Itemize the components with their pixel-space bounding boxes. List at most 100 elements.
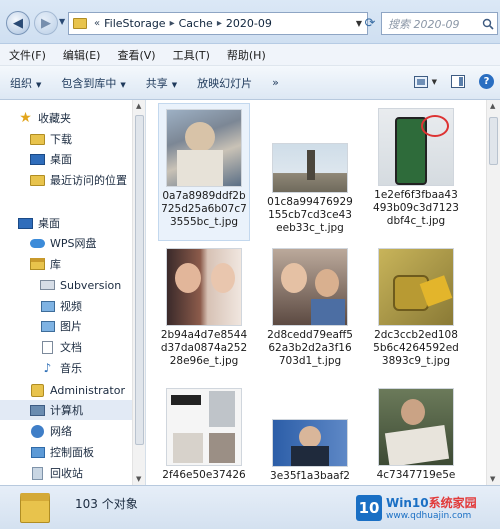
breadcrumb-filestorage[interactable]: FileStorage [104,17,165,30]
file-name: 4c7347719e5e [376,469,456,481]
library-icon [40,279,55,292]
star-icon: ★ [19,110,32,126]
scroll-down-icon[interactable]: ▼ [136,475,141,483]
scrollbar-thumb[interactable] [135,115,144,445]
more-commands-button[interactable]: » [272,76,279,89]
nav-downloads[interactable]: 下载 [30,129,72,149]
file-name: 2b94a4d7e8544d37da0874a25228e96e_t.jpg [160,329,248,367]
nav-libraries[interactable]: 库 [30,254,61,274]
change-view-icon[interactable] [413,75,428,88]
file-name: 0a7a8989ddf2b725d25a6b07c73555bc_t.jpg [161,190,247,228]
include-label: 包含到库中 [61,76,117,90]
scroll-down-icon[interactable]: ▼ [490,475,495,483]
nav-wps-cloud[interactable]: WPS网盘 [30,233,97,253]
recycle-bin-icon [30,466,45,480]
watermark-title: Win10系统家园 [386,494,477,511]
file-item[interactable]: 2dc3ccb2ed1085b6c4264592ed3893c9_t.jpg [370,243,462,368]
file-item[interactable]: 2f46e50e37426 [158,383,250,482]
nav-label: 网络 [50,425,72,438]
menu-view[interactable]: 查看(V) [108,47,163,63]
nav-desktop[interactable]: 桌面 [18,213,60,233]
file-list: 0a7a8989ddf2b725d25a6b07c73555bc_t.jpg 0… [146,100,500,485]
content-scrollbar[interactable]: ▲ ▼ [486,100,500,485]
menu-edit[interactable]: 编辑(E) [54,47,109,63]
breadcrumb-cache[interactable]: Cache [179,17,213,30]
navigation-pane: ★ 收藏夹 下载 桌面 最近访问的位置 桌面 WPS网盘 库 Subversion… [0,100,146,485]
menu-help[interactable]: 帮助(H) [218,47,274,63]
share-button[interactable]: 共享 ▼ [146,75,177,91]
nav-subversion[interactable]: Subversion [40,275,121,295]
recent-pages-dropdown[interactable]: ▼ [59,17,65,26]
music-note-icon: ♪ [43,361,52,375]
nav-music[interactable]: ♪ 音乐 [40,358,82,378]
document-icon [40,340,55,354]
slideshow-button[interactable]: 放映幻灯片 [197,75,252,91]
image-thumbnail [272,143,348,193]
back-button[interactable]: ◀ [6,11,30,35]
download-folder-icon [30,133,45,146]
organize-button[interactable]: 组织 ▼ [10,75,41,91]
file-item[interactable]: 3e35f1a3baaf2 [264,383,356,483]
nav-label: 桌面 [38,217,60,230]
breadcrumb-separator[interactable]: ▸ [166,18,179,29]
nav-scrollbar[interactable]: ▲ ▼ [132,100,145,485]
nav-videos[interactable]: 视频 [40,296,82,316]
file-item[interactable]: 2d8cedd79eaff562a3b2d2a3f16703d1_t.jpg [264,243,356,368]
file-name: 1e2ef6f3fbaa43493b09c3d7123dbf4c_t.jpg [373,189,459,227]
scroll-up-icon[interactable]: ▲ [490,102,495,110]
search-icon[interactable] [479,18,497,30]
nav-network[interactable]: 网络 [30,421,72,441]
nav-favorites[interactable]: ★ 收藏夹 [18,108,71,128]
address-bar[interactable]: « FileStorage ▸ Cache ▸ 2020-09 ▼ [68,12,368,35]
nav-control-panel[interactable]: 控制面板 [30,442,94,462]
library-icon [30,258,45,271]
search-input[interactable]: 搜索 2020-09 [381,12,498,35]
file-item[interactable]: 0a7a8989ddf2b725d25a6b07c73555bc_t.jpg [158,103,250,241]
menu-tools[interactable]: 工具(T) [164,47,218,63]
nav-pictures[interactable]: 图片 [40,316,82,336]
breadcrumb-separator[interactable]: ▸ [213,18,226,29]
nav-desktop-fav[interactable]: 桌面 [30,149,72,169]
file-name: 3e35f1a3baaf2 [270,470,350,482]
image-thumbnail [272,248,348,326]
nav-recent-places[interactable]: 最近访问的位置 [30,170,127,190]
view-dropdown-icon[interactable]: ▼ [432,78,437,86]
forward-button[interactable]: ▶ [34,11,58,35]
nav-label: 音乐 [60,362,82,375]
control-panel-icon [30,446,45,459]
include-in-library-button[interactable]: 包含到库中 ▼ [61,75,125,91]
share-label: 共享 [145,76,168,90]
nav-label: 控制面板 [50,446,94,459]
nav-label: Administrator [50,383,125,397]
folder-icon [20,493,50,523]
file-name: 2dc3ccb2ed1085b6c4264592ed3893c9_t.jpg [373,329,459,367]
nav-label: 文档 [60,341,82,354]
image-thumbnail [166,248,242,326]
nav-label: 图片 [60,320,82,333]
file-item[interactable]: 4c7347719e5e [370,383,462,482]
menu-file[interactable]: 文件(F) [0,47,54,63]
help-icon[interactable]: ? [479,74,494,89]
organize-label: 组织 [10,76,32,90]
network-icon [30,424,45,438]
refresh-icon[interactable]: ⟳ [360,13,380,34]
file-item[interactable]: 01c8a99476929155cb7cd3ce43eeb33c_t.jpg [264,103,356,235]
file-item[interactable]: 1e2ef6f3fbaa43493b09c3d7123dbf4c_t.jpg [370,103,462,228]
scroll-up-icon[interactable]: ▲ [136,102,141,110]
nav-label: 回收站 [50,467,83,480]
nav-administrator[interactable]: Administrator [30,380,125,400]
watermark-title-a: Win10 [386,496,429,510]
image-thumbnail [272,419,348,467]
watermark-title-b: 系统家园 [428,496,477,510]
preview-pane-icon[interactable] [451,75,465,88]
file-item[interactable]: 2b94a4d7e8544d37da0874a25228e96e_t.jpg [158,243,250,368]
nav-documents[interactable]: 文档 [40,337,82,357]
breadcrumb-overflow[interactable]: « [90,18,104,29]
breadcrumb-2020-09[interactable]: 2020-09 [226,17,272,30]
scrollbar-thumb[interactable] [489,117,498,165]
item-count: 103 个对象 [75,497,138,511]
status-bar: 103 个对象 10 Win10系统家园 www.qdhuajin.com [0,485,500,529]
nav-label: 库 [50,258,61,271]
nav-recycle-bin[interactable]: 回收站 [30,463,83,483]
nav-computer[interactable]: 计算机 [0,400,132,420]
